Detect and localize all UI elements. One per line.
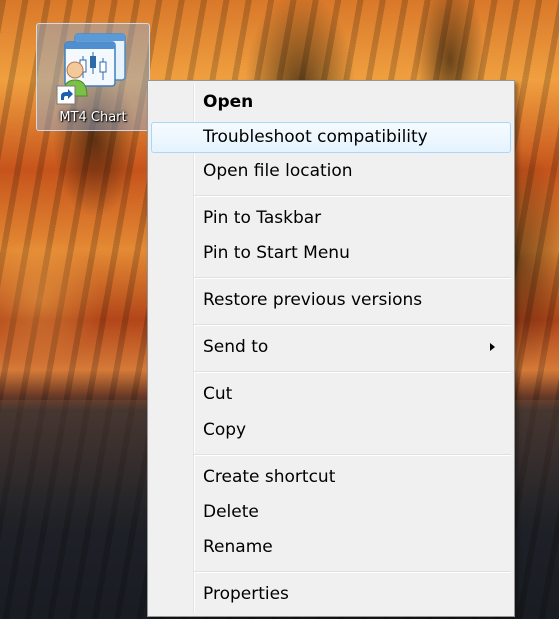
mt4-chart-app-icon [56,33,126,105]
menu-item-pin-to-taskbar[interactable]: Pin to Taskbar [151,203,511,234]
menu-item-copy[interactable]: Copy [151,415,511,446]
menu-item-send-to[interactable]: Send to [151,332,511,363]
menu-item-label: Pin to Start Menu [203,243,350,263]
menu-item-pin-to-start-menu[interactable]: Pin to Start Menu [151,238,511,269]
menu-item-cut[interactable]: Cut [151,379,511,410]
menu-item-label: Copy [203,420,247,440]
desktop-icon-label: MT4 Chart [59,110,127,125]
menu-separator [194,324,511,326]
desktop-icon-mt4-chart[interactable]: MT4 Chart [36,23,150,131]
menu-item-create-shortcut[interactable]: Create shortcut [151,462,511,493]
menu-item-restore-previous-versions[interactable]: Restore previous versions [151,285,511,316]
menu-item-properties[interactable]: Properties [151,579,511,610]
menu-separator [194,454,511,456]
menu-item-label: Cut [203,384,233,404]
context-menu: Open Troubleshoot compatibility Open fil… [147,80,515,617]
menu-item-label: Delete [203,502,259,522]
menu-item-troubleshoot-compatibility[interactable]: Troubleshoot compatibility [151,122,511,153]
menu-separator [194,571,511,573]
menu-separator [194,195,511,197]
menu-item-label: Pin to Taskbar [203,208,322,228]
menu-item-open[interactable]: Open [151,87,511,118]
menu-item-label: Restore previous versions [203,290,423,310]
shortcut-arrow-icon [56,85,76,105]
menu-item-label: Open [203,92,254,112]
menu-item-label: Create shortcut [203,467,336,487]
menu-item-rename[interactable]: Rename [151,532,511,563]
menu-item-label: Troubleshoot compatibility [203,127,428,147]
chevron-right-icon [490,343,495,351]
menu-item-open-file-location[interactable]: Open file location [151,156,511,187]
menu-item-label: Rename [203,537,273,557]
menu-item-label: Properties [203,584,289,604]
menu-item-label: Send to [203,337,269,357]
menu-separator [194,371,511,373]
menu-item-label: Open file location [203,161,353,181]
menu-item-delete[interactable]: Delete [151,497,511,528]
menu-separator [194,277,511,279]
